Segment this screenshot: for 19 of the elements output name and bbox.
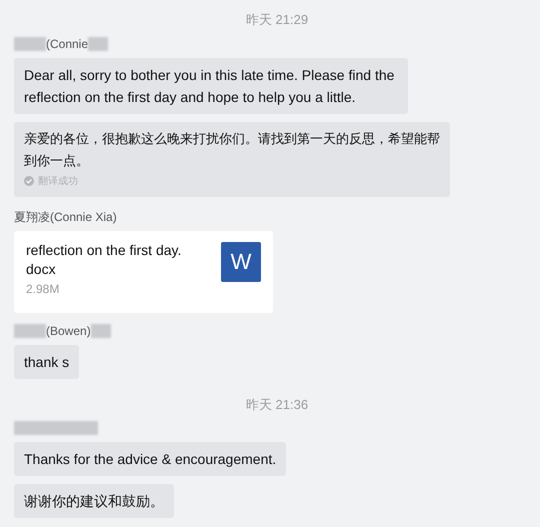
message-bubble: 谢谢你的建议和鼓励。 xyxy=(14,484,174,518)
file-size: 2.98M xyxy=(26,280,60,298)
sender-name: (Bowen) xyxy=(46,322,91,340)
message-bubble: Thanks for the advice & encouragement. xyxy=(14,442,286,476)
message-bubble: thank s xyxy=(14,344,80,378)
word-file-icon: W xyxy=(221,242,261,282)
file-card[interactable]: reflection on the first day. docx 2.98M W xyxy=(14,230,273,312)
redaction-blur xyxy=(14,36,46,50)
translated-text: 亲爱的各位，很抱歉这么晚来打扰你们。请找到第一天的反思，希望能帮到你一点。 xyxy=(24,130,440,170)
sender-name: (Connie xyxy=(46,36,88,52)
file-name: reflection on the first day. docx xyxy=(26,240,182,278)
timestamp: 昨天 21:29 xyxy=(246,11,308,29)
redaction-blur xyxy=(90,324,111,338)
redaction-blur xyxy=(14,324,46,338)
timestamp: 昨天 21:36 xyxy=(246,396,308,414)
redaction-blur xyxy=(88,36,108,50)
message-bubble: Dear all, sorry to bother you in this late time. Please find the reflection on the first day and hope to help you a little. xyxy=(14,58,408,114)
sender-name: 夏翔凌(Connie Xia) xyxy=(14,208,117,226)
check-icon xyxy=(24,176,34,186)
